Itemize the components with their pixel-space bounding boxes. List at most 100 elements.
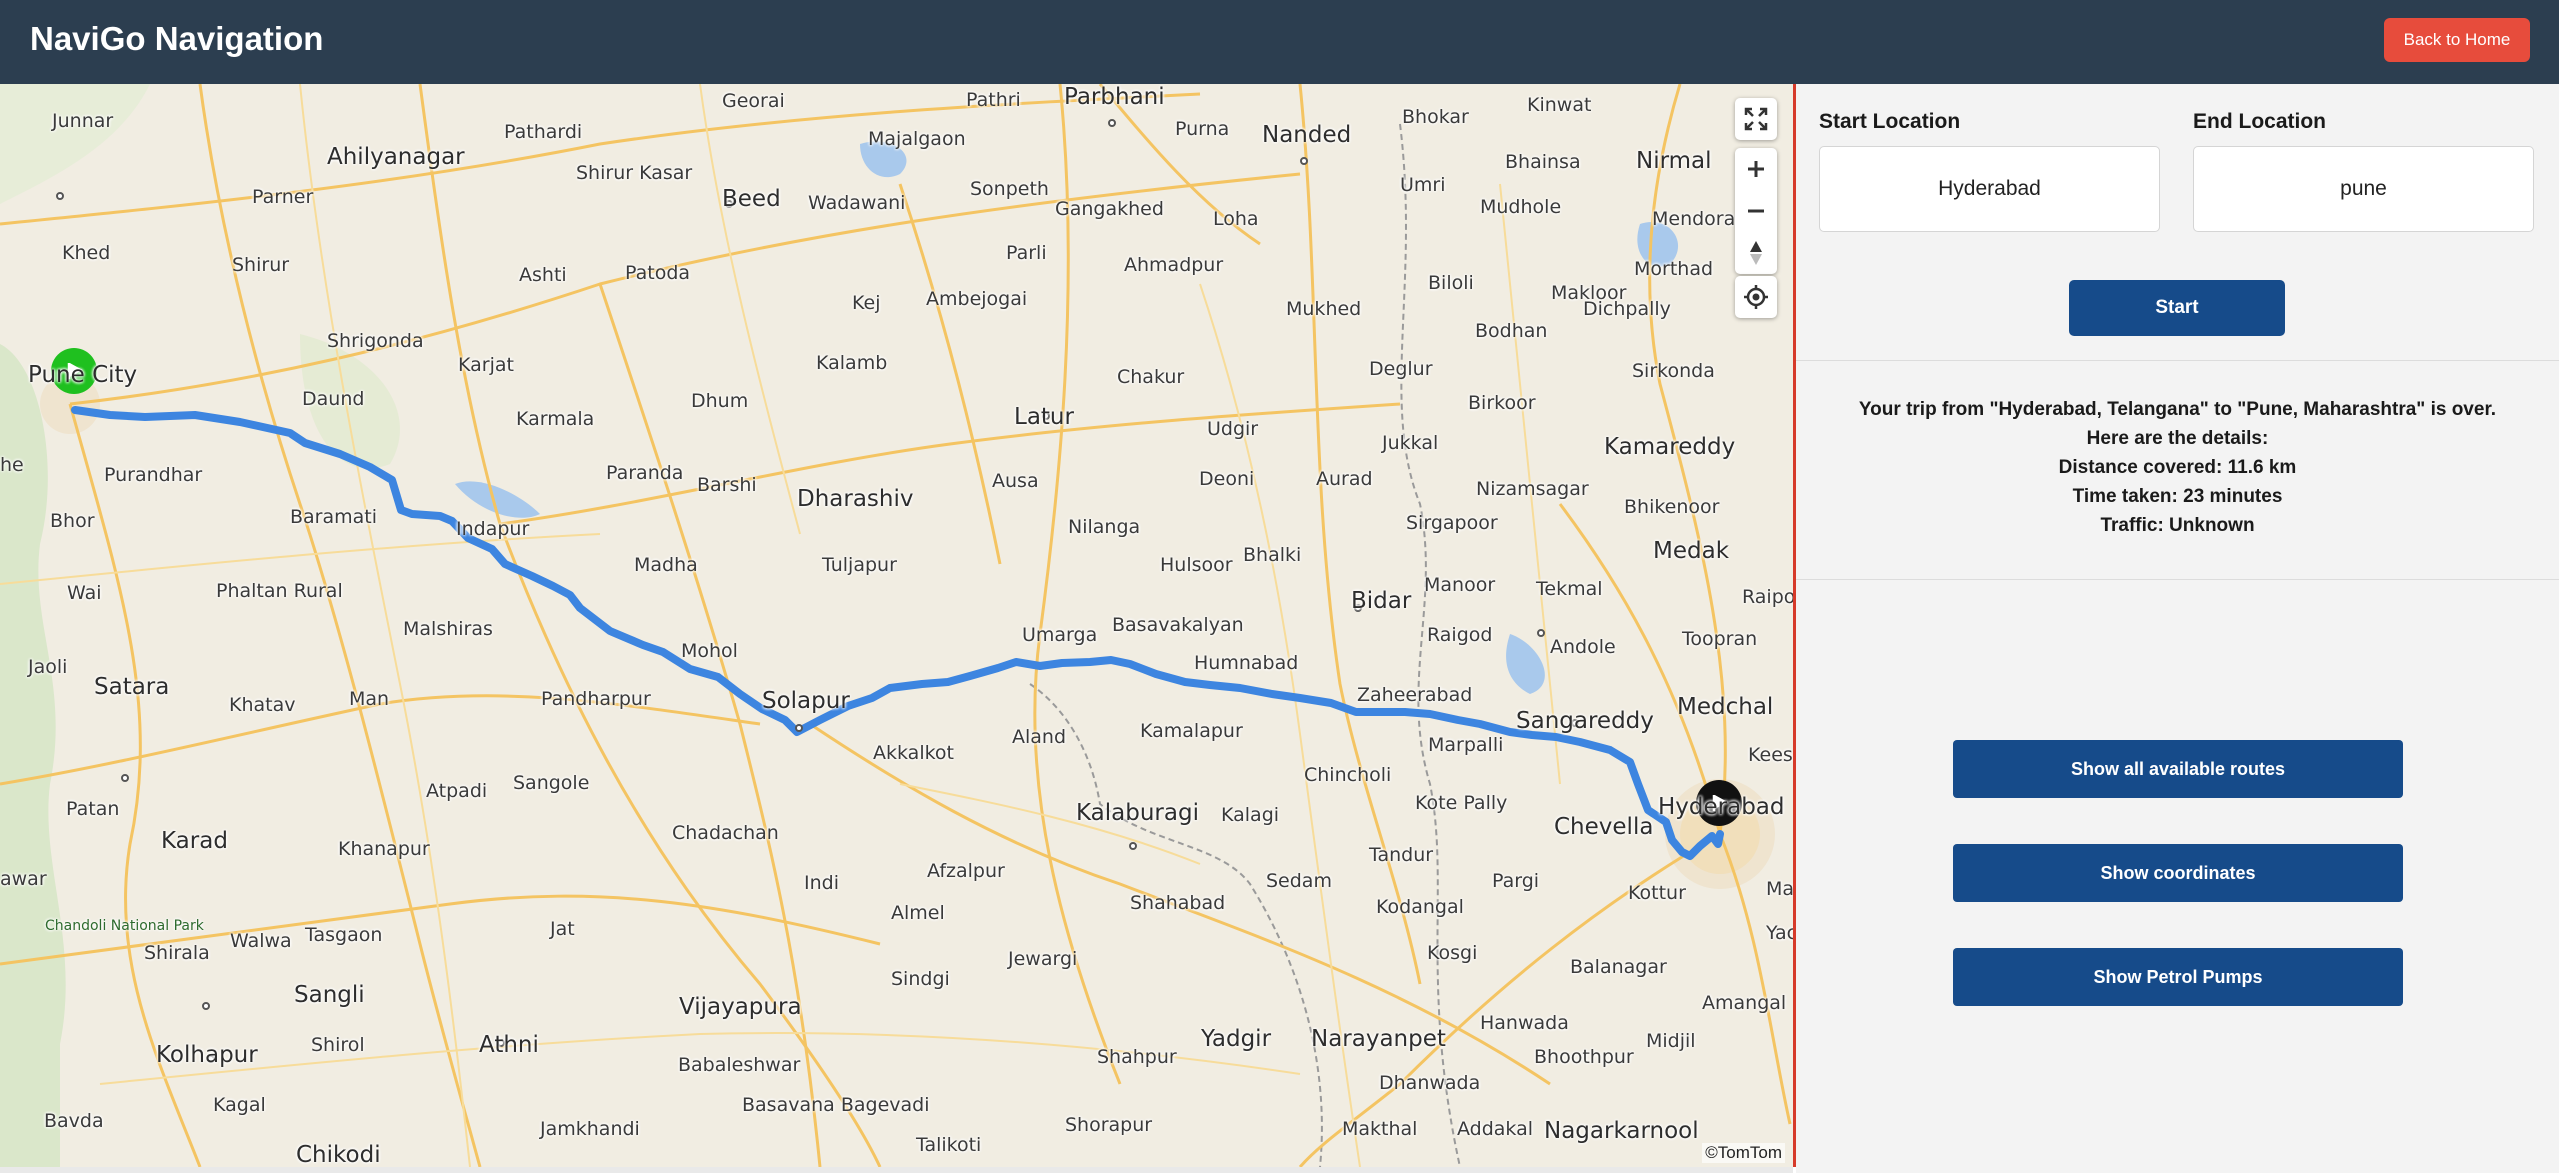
map-label: Umri (1400, 174, 1446, 196)
zoom-control (1735, 148, 1777, 274)
start-location-input[interactable] (1819, 146, 2160, 232)
compass-icon[interactable] (1735, 232, 1777, 274)
map-label: Chadachan (672, 822, 779, 844)
map-label: Toopran (1682, 628, 1758, 650)
map-label: Humnabad (1194, 652, 1299, 674)
map-label: Kote Pally (1415, 792, 1508, 814)
map-label: Atpadi (426, 780, 488, 802)
map-label: Raipo (1742, 586, 1793, 608)
locate-control[interactable] (1735, 276, 1777, 318)
map-label: Babaleshwar (678, 1054, 801, 1076)
locate-icon[interactable] (1735, 276, 1777, 318)
map-label: Loha (1213, 208, 1259, 230)
app-header: NaviGo Navigation Back to Home (0, 0, 2559, 84)
map-label: Man (349, 688, 390, 710)
back-to-home-button[interactable]: Back to Home (2384, 18, 2530, 62)
map-label: Ahilyanagar (327, 144, 465, 170)
map-label: Sangli (294, 982, 365, 1008)
map-label: Khed (62, 242, 111, 264)
map-label: Kamareddy (1604, 434, 1736, 460)
map-label: Aland (1012, 726, 1067, 748)
map-label: Hulsoor (1160, 554, 1233, 576)
fullscreen-control[interactable] (1735, 98, 1777, 140)
map-label: Kalamb (816, 352, 888, 374)
map-label: Birkoor (1468, 392, 1536, 414)
map-label: Tuljapur (822, 554, 897, 576)
map-label: Patoda (625, 262, 691, 284)
map-label: Shirala (144, 942, 210, 964)
map-label: Satara (94, 674, 170, 700)
map-label: Jukkal (1382, 432, 1439, 454)
map-label: Paranda (606, 462, 684, 484)
trip-summary: Your trip from "Hyderabad, Telangana" to… (1796, 395, 2559, 540)
map-label: Nirmal (1636, 148, 1712, 174)
map-label: Majalgaon (868, 128, 966, 150)
map-label: he (0, 454, 24, 476)
map-label: Yadgir (1201, 1026, 1272, 1052)
map-label: Ashti (519, 264, 567, 286)
map-label: Mukhed (1286, 298, 1362, 320)
map-label: Almel (891, 902, 945, 924)
map-label: Hanwada (1480, 1012, 1569, 1034)
map-label: Sonpeth (970, 178, 1049, 200)
show-petrol-pumps-button[interactable]: Show Petrol Pumps (1953, 948, 2403, 1006)
map-label: Indapur (456, 518, 530, 540)
map-label: Shirur Kasar (576, 162, 693, 184)
show-coordinates-button[interactable]: Show coordinates (1953, 844, 2403, 902)
city-dot (1537, 629, 1545, 637)
zoom-out-icon[interactable] (1735, 190, 1777, 232)
map-label: Khanapur (338, 838, 430, 860)
end-location-label: End Location (2193, 110, 2326, 133)
map-label: Bhokar (1402, 106, 1469, 128)
map-label: Biloli (1428, 272, 1474, 294)
map-label: Pune City (28, 362, 138, 388)
trip-summary-line: Here are the details: (2086, 428, 2269, 449)
start-button[interactable]: Start (2069, 280, 2285, 336)
trip-time: Time taken: 23 minutes (2072, 486, 2283, 507)
end-location-input[interactable] (2193, 146, 2534, 232)
map-label: Jat (550, 918, 575, 940)
map-label: Sedam (1266, 870, 1332, 892)
map-label: Tandur (1369, 844, 1434, 866)
map-label: Kagal (213, 1094, 266, 1116)
map-label: Madha (634, 554, 698, 576)
horizontal-scrollbar[interactable] (0, 1167, 1793, 1173)
city-dot (56, 192, 64, 200)
map-label: Pargi (1492, 870, 1540, 892)
map-label: Parli (1006, 242, 1047, 264)
map-label: Zaheerabad (1357, 684, 1473, 706)
map-label: awar (0, 868, 47, 890)
map-label: Jaoli (28, 656, 68, 678)
app-title: NaviGo Navigation (30, 20, 324, 57)
map-label: Chandoli National Park (45, 918, 204, 934)
map-label: Kalaburagi (1076, 800, 1199, 826)
map-label: Yacha (1766, 922, 1793, 944)
map-label: Sindgi (891, 968, 950, 990)
trip-traffic: Traffic: Unknown (2100, 515, 2255, 536)
map-attribution[interactable]: ©TomTom (1702, 1143, 1785, 1163)
map-label: Dichpally (1583, 298, 1671, 320)
city-dot (795, 724, 803, 732)
show-all-routes-button[interactable]: Show all available routes (1953, 740, 2403, 798)
map-label: Nizamsagar (1476, 478, 1589, 500)
map-label: Addakal (1457, 1118, 1534, 1140)
map-label: Jewargi (1008, 948, 1078, 970)
map-label: Mudhole (1480, 196, 1562, 218)
map-label: Bodhan (1475, 320, 1548, 342)
fullscreen-icon[interactable] (1735, 98, 1777, 140)
map-label: Shahpur (1097, 1046, 1177, 1068)
zoom-in-icon[interactable] (1735, 148, 1777, 190)
map-label: Basavana Bagevadi (742, 1094, 930, 1116)
divider (1796, 360, 2559, 361)
map-label: Dhanwada (1379, 1072, 1481, 1094)
map-label: Medak (1653, 538, 1730, 564)
city-dot (202, 1002, 210, 1010)
map-label: Dharashiv (797, 486, 914, 512)
map-label: Sirkonda (1632, 360, 1715, 382)
map-label: Walwa (230, 930, 292, 952)
map-label: Parbhani (1064, 84, 1165, 110)
map-label: Udgir (1207, 418, 1259, 440)
map-label: Patan (66, 798, 120, 820)
map-view[interactable]: Junnar Ahilyanagar Pathardi Georai Pathr… (0, 84, 1793, 1167)
city-dot (1129, 842, 1137, 850)
